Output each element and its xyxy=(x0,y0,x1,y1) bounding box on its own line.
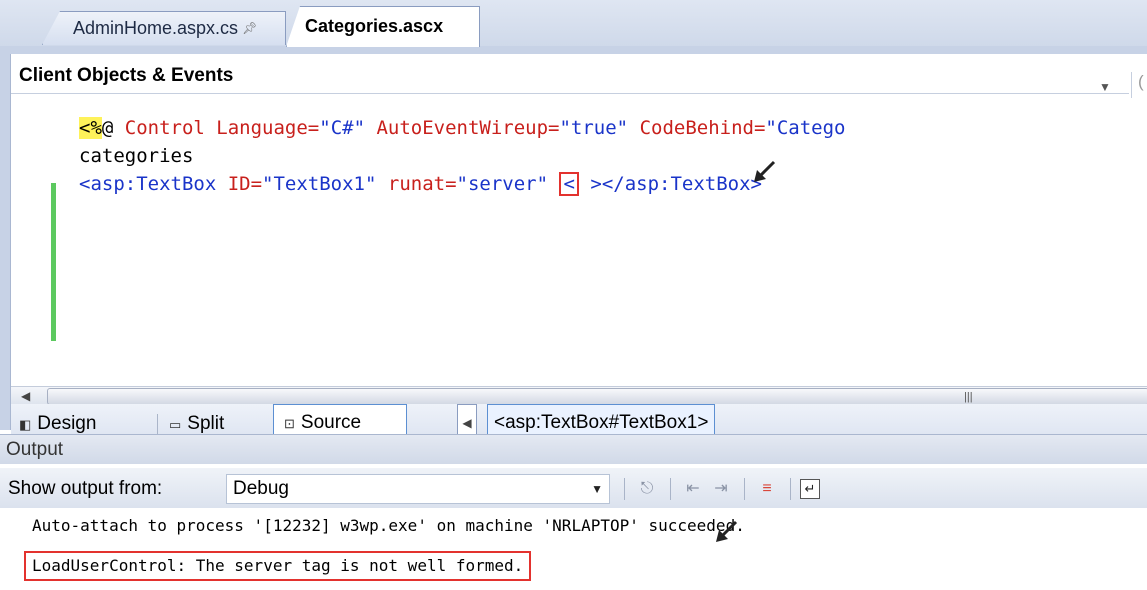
output-text-area[interactable]: Auto-attach to process '[12232] w3wp.exe… xyxy=(0,508,1147,590)
chevron-down-icon[interactable]: ▼ xyxy=(591,475,603,503)
code-line-1: <%@ Control Language="C#" AutoEventWireu… xyxy=(79,115,845,141)
split-view-icon: ▭ xyxy=(169,417,182,432)
attr-language: Language= xyxy=(216,117,320,139)
client-objects-label: Client Objects & Events xyxy=(19,65,234,86)
directive-name: Control xyxy=(124,117,217,139)
design-label: Design xyxy=(37,413,97,434)
prev-message-icon[interactable]: ⇤ xyxy=(682,478,704,500)
plain-text: categories xyxy=(79,145,194,167)
value-language: "C#" xyxy=(319,117,366,139)
code-line-2: categories xyxy=(79,143,193,169)
divider xyxy=(744,478,745,500)
attr-autoeventwireup: AutoEventWireup= xyxy=(365,117,560,139)
tab-label: Categories.ascx xyxy=(305,16,444,36)
output-source-value: Debug xyxy=(233,478,289,499)
design-view-icon: ◧ xyxy=(19,417,32,432)
error-highlight-box: < xyxy=(559,172,579,196)
output-error-line: LoadUserControl: The server tag is not w… xyxy=(24,551,532,581)
editor-panel: Client Objects & Events ▼ ( <%@ Control … xyxy=(0,46,1147,442)
split-label: Split xyxy=(187,413,225,434)
find-message-icon[interactable]: ⎋ xyxy=(636,478,658,500)
clear-all-icon[interactable]: ≡ xyxy=(756,478,778,500)
divider xyxy=(670,478,671,500)
scroll-left-icon[interactable]: ◀ xyxy=(21,387,30,405)
attr-id: ID= xyxy=(216,173,263,195)
value-codebehind: "Catego xyxy=(765,117,846,139)
event-dropdown[interactable]: ( xyxy=(1131,72,1147,98)
pin-icon[interactable]: 📌︎ xyxy=(242,12,257,44)
document-tab-strip: AdminHome.aspx.cs 📌︎ Categories.ascx xyxy=(0,0,1147,47)
output-source-select[interactable]: Debug ▼ xyxy=(226,474,610,504)
attr-runat: runat= xyxy=(376,173,457,195)
annotation-arrow-icon xyxy=(716,520,738,542)
scroll-grip-icon: ||| xyxy=(964,391,973,403)
tab-adminhome-aspx-cs[interactable]: AdminHome.aspx.cs 📌︎ xyxy=(42,11,286,45)
scroll-thumb[interactable]: ||| xyxy=(47,388,1147,405)
value-runat: "server" xyxy=(456,173,549,195)
annotation-arrow-icon xyxy=(754,160,776,182)
horizontal-scrollbar[interactable]: ◀ ||| xyxy=(11,386,1147,406)
value-autoeventwireup: "true" xyxy=(559,117,629,139)
next-message-icon[interactable]: ⇥ xyxy=(710,478,732,500)
divider xyxy=(790,478,791,500)
output-toolbar: Show output from: Debug ▼ ⎋ ⇤ ⇥ ≡ ↵ xyxy=(0,468,1147,508)
divider xyxy=(157,414,158,436)
attr-codebehind: CodeBehind= xyxy=(628,117,766,139)
chevron-down-icon[interactable]: ▼ xyxy=(1099,80,1111,94)
tab-categories-ascx[interactable]: Categories.ascx xyxy=(286,6,480,47)
source-view-icon: ⊡ xyxy=(284,416,295,431)
source-label: Source xyxy=(300,412,362,433)
output-line: Auto-attach to process '[12232] w3wp.exe… xyxy=(32,516,745,535)
asp-delimiter: <% xyxy=(79,117,102,139)
tag-close: ></asp:TextBox> xyxy=(590,173,762,195)
code-editor[interactable]: Client Objects & Events ▼ ( <%@ Control … xyxy=(10,54,1147,442)
divider xyxy=(624,478,625,500)
tab-label: AdminHome.aspx.cs xyxy=(73,18,239,38)
directive-at: @ xyxy=(101,117,125,139)
change-marker xyxy=(51,183,56,341)
word-wrap-icon[interactable]: ↵ xyxy=(800,479,820,499)
show-output-from-label: Show output from: xyxy=(8,478,163,499)
code-line-3: <asp:TextBox ID="TextBox1" runat="server… xyxy=(79,171,762,197)
tag-open: <asp:TextBox xyxy=(79,173,217,195)
client-objects-dropdown[interactable]: Client Objects & Events xyxy=(11,58,1129,94)
output-panel-title: Output xyxy=(0,434,1147,464)
value-id: "TextBox1" xyxy=(262,173,377,195)
